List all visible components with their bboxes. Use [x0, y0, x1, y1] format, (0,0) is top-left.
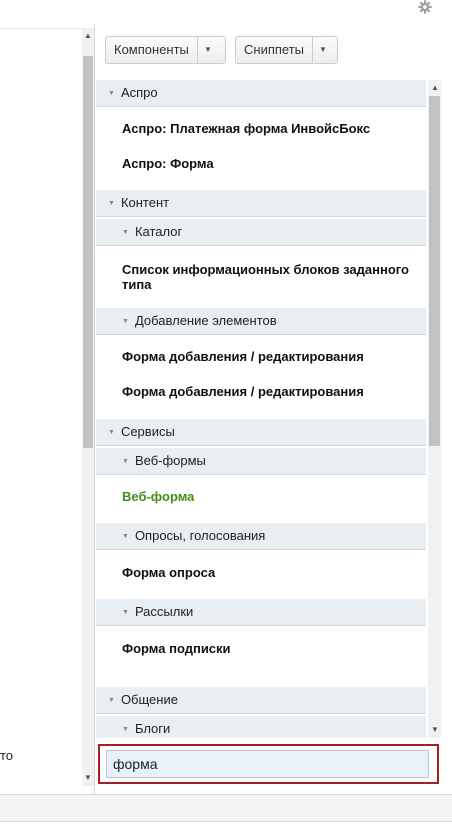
component-item[interactable]: Список информационных блоков заданного т…	[96, 262, 426, 292]
category-communication[interactable]: ▼ Общение	[96, 687, 426, 714]
component-item[interactable]: Форма добавления / редактирования	[96, 384, 426, 399]
component-item-highlighted[interactable]: Веб-форма	[96, 489, 426, 504]
subcategory-mailings[interactable]: ▼ Рассылки	[96, 599, 426, 626]
chevron-down-icon[interactable]: ▼	[198, 37, 218, 63]
snippets-button[interactable]: Сниппеты ▼	[235, 36, 338, 64]
subcategory-catalog[interactable]: ▼ Каталог	[96, 219, 426, 246]
collapse-triangle-icon: ▼	[122, 725, 129, 733]
components-scrollbar-thumb[interactable]	[429, 96, 440, 446]
bottom-status-bar	[0, 794, 452, 822]
component-item[interactable]: Форма опроса	[96, 565, 426, 580]
collapse-triangle-icon: ▼	[108, 89, 115, 97]
component-item[interactable]: Форма добавления / редактирования	[96, 349, 426, 364]
search-input[interactable]	[106, 750, 429, 778]
subcategory-webforms[interactable]: ▼ Веб-формы	[96, 448, 426, 475]
components-scrollbar[interactable]: ▲ ▼	[428, 80, 441, 738]
component-item[interactable]: Аспро: Платежная форма ИнвойсБокс	[96, 121, 426, 136]
scroll-up-arrow-icon[interactable]: ▲	[82, 30, 94, 42]
collapse-triangle-icon: ▼	[122, 317, 129, 325]
collapse-triangle-icon: ▼	[122, 457, 129, 465]
category-services[interactable]: ▼ Сервисы	[96, 419, 426, 446]
panel-divider	[94, 24, 95, 794]
collapse-triangle-icon: ▼	[108, 696, 115, 704]
scroll-down-arrow-icon[interactable]: ▼	[82, 772, 94, 784]
category-aspro[interactable]: ▼ Аспро	[96, 80, 426, 107]
code-editor-area[interactable]	[0, 28, 82, 787]
components-tree: ▼ Аспро Аспро: Платежная форма ИнвойсБокс…	[96, 80, 426, 738]
editor-scrollbar-thumb[interactable]	[83, 56, 93, 448]
subcategory-polls[interactable]: ▼ Опросы, голосования	[96, 523, 426, 550]
search-container	[98, 744, 439, 784]
collapse-triangle-icon: ▼	[122, 228, 129, 236]
components-label: Компоненты	[106, 37, 198, 63]
subcategory-blogs[interactable]: ▼ Блоги	[96, 716, 426, 738]
components-button[interactable]: Компоненты ▼	[105, 36, 226, 64]
scroll-up-arrow-icon[interactable]: ▲	[429, 82, 441, 94]
collapse-triangle-icon: ▼	[108, 199, 115, 207]
scroll-down-arrow-icon[interactable]: ▼	[429, 724, 441, 736]
collapse-triangle-icon: ▼	[122, 532, 129, 540]
component-item[interactable]: Аспро: Форма	[96, 156, 426, 171]
chevron-down-icon[interactable]: ▼	[313, 37, 333, 63]
gear-icon[interactable]	[416, 0, 434, 14]
category-content[interactable]: ▼ Контент	[96, 190, 426, 217]
subcategory-add-elements[interactable]: ▼ Добавление элементов	[96, 308, 426, 335]
snippets-label: Сниппеты	[236, 37, 314, 63]
component-item[interactable]: Форма подписки	[96, 641, 426, 656]
editor-scrollbar[interactable]: ▲ ▼	[82, 28, 94, 786]
collapse-triangle-icon: ▼	[122, 608, 129, 616]
editor-text-fragment: то	[0, 748, 14, 763]
collapse-triangle-icon: ▼	[108, 428, 115, 436]
